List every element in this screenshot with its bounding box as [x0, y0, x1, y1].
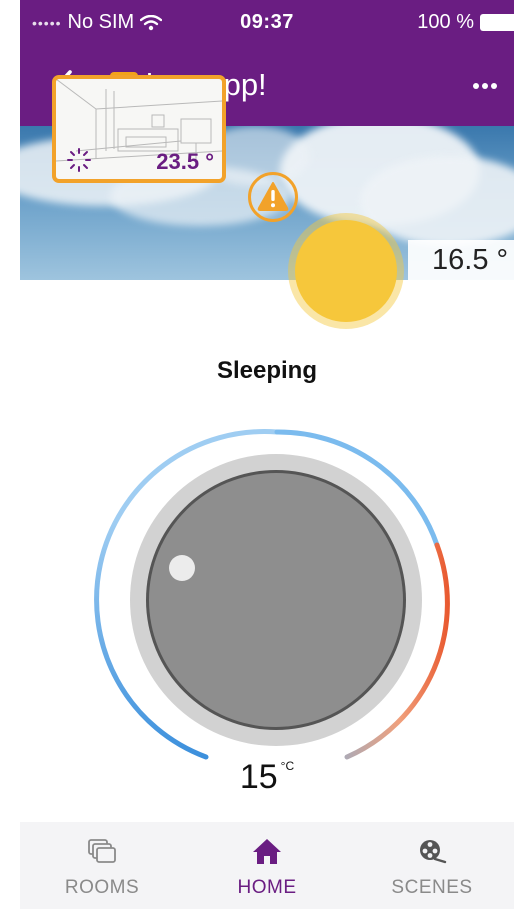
battery-icon	[480, 14, 514, 31]
outdoor-temperature: 16.5 °	[432, 244, 509, 276]
rooms-icon	[88, 839, 116, 863]
tab-home-label: HOME	[237, 877, 297, 898]
heating-sun-icon	[67, 148, 91, 172]
battery-indicator: 100 %	[417, 11, 514, 34]
setpoint-temperature: 15 °C	[20, 758, 514, 797]
home-icon	[253, 839, 281, 864]
tab-home[interactable]: HOME	[185, 822, 349, 909]
app-screen: ••••• No SIM 09:37 100 % hea	[20, 0, 514, 909]
warning-icon	[257, 182, 289, 211]
tab-scenes-label: SCENES	[391, 877, 473, 898]
setpoint-unit: °C	[280, 759, 295, 773]
setpoint-value: 15	[239, 758, 278, 796]
dial-position-marker	[169, 555, 195, 581]
tab-scenes[interactable]: SCENES	[350, 822, 514, 909]
more-dots-icon	[473, 83, 497, 89]
status-bar: ••••• No SIM 09:37 100 %	[20, 0, 514, 46]
room-temperature: 23.5 °	[156, 149, 214, 174]
tab-rooms-label: ROOMS	[64, 877, 140, 898]
warning-button[interactable]	[248, 172, 298, 222]
battery-label: 100 %	[417, 11, 474, 33]
weather-sun-icon	[295, 220, 397, 322]
bottom-tab-bar: ROOMS HOME SCENES	[20, 822, 514, 909]
thermostat-mode: Sleeping	[216, 357, 318, 384]
dial-knob[interactable]	[130, 454, 422, 746]
room-thumbnail-card[interactable]: 23.5 °	[52, 75, 226, 183]
tab-rooms[interactable]: ROOMS	[20, 822, 184, 909]
thermostat-dial[interactable]	[20, 400, 514, 820]
film-reel-icon	[420, 840, 447, 864]
more-options-button[interactable]	[464, 68, 514, 104]
